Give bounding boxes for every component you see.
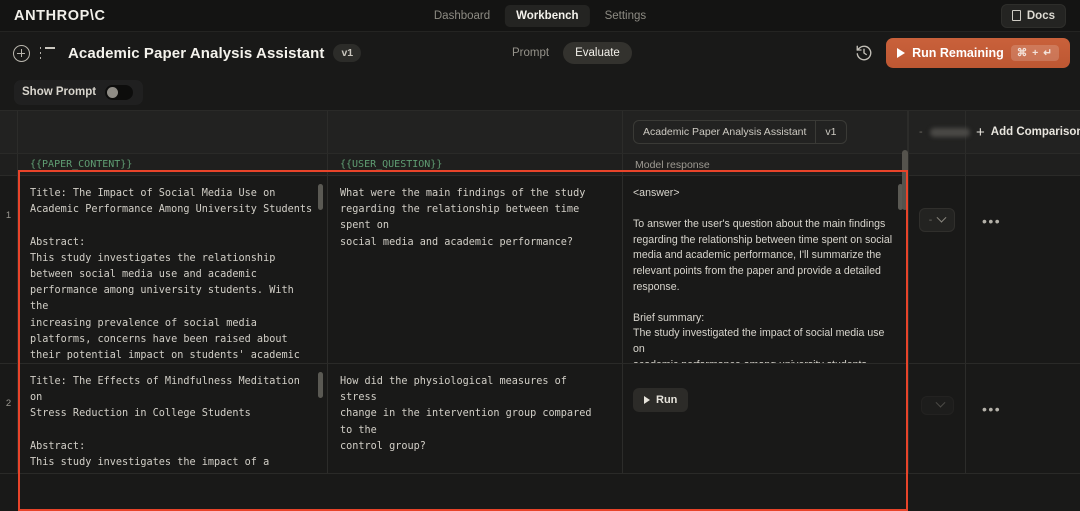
subheader-paper-content: {{PAPER_CONTENT}} bbox=[18, 154, 328, 175]
docs-button[interactable]: Docs bbox=[1000, 3, 1066, 28]
add-comparison-button[interactable]: + Add Comparison bbox=[976, 125, 1080, 140]
cell-scrollbar[interactable] bbox=[318, 184, 323, 210]
header-cell-model: Academic Paper Analysis Assistant v1 bbox=[623, 111, 908, 153]
show-prompt-bar: Show Prompt bbox=[0, 74, 1080, 110]
list-view-button[interactable] bbox=[34, 40, 60, 66]
cell-user-question[interactable]: What were the main findings of the study… bbox=[328, 176, 623, 363]
user-question-text: How did the physiological measures of st… bbox=[340, 376, 592, 452]
header-cell-paper-content bbox=[18, 111, 328, 153]
evaluation-table: Academic Paper Analysis Assistant v1 - +… bbox=[0, 110, 1080, 474]
cell-user-question[interactable]: How did the physiological measures of st… bbox=[328, 364, 623, 473]
table-row[interactable]: 1 Title: The Impact of Social Media Use … bbox=[0, 176, 1080, 364]
plus-icon: + bbox=[976, 123, 985, 141]
docs-label: Docs bbox=[1026, 9, 1055, 22]
toggle-switch[interactable] bbox=[105, 84, 134, 100]
score-dash: - bbox=[919, 126, 923, 138]
show-prompt-label: Show Prompt bbox=[22, 86, 97, 98]
subheader-actions bbox=[965, 154, 1080, 175]
workbench-toolbar: Academic Paper Analysis Assistant v1 Pro… bbox=[0, 32, 1080, 74]
row-number: 2 bbox=[0, 364, 18, 473]
table-row[interactable]: 2 Title: The Effects of Mindfulness Medi… bbox=[0, 364, 1080, 474]
plus-circle-icon bbox=[12, 44, 30, 62]
new-item-button[interactable] bbox=[8, 40, 34, 66]
score-dropdown[interactable]: - bbox=[918, 208, 956, 232]
table-vertical-scrollbar[interactable] bbox=[902, 150, 908, 210]
header-cell-score: - bbox=[908, 111, 970, 153]
page-title: Academic Paper Analysis Assistant bbox=[68, 44, 325, 62]
run-row-button[interactable]: Run bbox=[633, 388, 689, 412]
chevron-down-icon bbox=[936, 212, 947, 223]
nav-item-workbench[interactable]: Workbench bbox=[505, 4, 590, 27]
show-prompt-toggle[interactable]: Show Prompt bbox=[14, 79, 144, 105]
nav-item-settings[interactable]: Settings bbox=[594, 5, 658, 27]
play-icon bbox=[897, 48, 906, 58]
model-response-label: Model response bbox=[635, 158, 710, 171]
model-chip-version: v1 bbox=[825, 126, 837, 138]
paper-content-text: Title: The Impact of Social Media Use on… bbox=[30, 188, 313, 362]
chevron-down-icon bbox=[935, 397, 945, 408]
top-navigation-bar: ANTHROP\C Dashboard Workbench Settings D… bbox=[0, 0, 1080, 32]
header-cell-add-comparison: + Add Comparison bbox=[965, 111, 1080, 153]
ellipsis-icon[interactable]: ••• bbox=[982, 214, 1001, 228]
ellipsis-icon[interactable]: ••• bbox=[982, 402, 1001, 416]
history-button[interactable] bbox=[850, 39, 878, 67]
score-dropdown[interactable] bbox=[920, 396, 954, 415]
nav-item-dashboard[interactable]: Dashboard bbox=[423, 5, 501, 27]
table-header-row: Academic Paper Analysis Assistant v1 - +… bbox=[0, 110, 1080, 154]
history-icon bbox=[856, 45, 872, 61]
add-comparison-label: Add Comparison bbox=[990, 126, 1080, 138]
table-subheader-row: {{PAPER_CONTENT}} {{USER_QUESTION}} Mode… bbox=[0, 154, 1080, 176]
list-icon bbox=[39, 47, 55, 59]
user-question-text: What were the main findings of the study… bbox=[340, 188, 586, 248]
score-value: - bbox=[928, 214, 933, 226]
variable-label-user-question: {{USER_QUESTION}} bbox=[340, 159, 443, 170]
run-remaining-button[interactable]: Run Remaining ⌘ + ↵ bbox=[886, 38, 1070, 68]
cell-score bbox=[908, 364, 965, 473]
version-badge[interactable]: v1 bbox=[333, 44, 362, 62]
subheader-score bbox=[908, 154, 965, 175]
blurred-metric bbox=[929, 127, 970, 137]
model-response-text: <answer> To answer the user's question a… bbox=[633, 187, 893, 363]
toggle-knob bbox=[107, 86, 119, 98]
cell-actions: ••• bbox=[965, 364, 1080, 473]
book-icon bbox=[1011, 10, 1021, 21]
subheader-user-question: {{USER_QUESTION}} bbox=[328, 154, 623, 175]
keyboard-shortcut-badge: ⌘ + ↵ bbox=[1010, 45, 1059, 61]
header-cell-user-question bbox=[328, 111, 623, 153]
variable-label-paper-content: {{PAPER_CONTENT}} bbox=[30, 159, 133, 170]
row-number-gutter-header bbox=[0, 111, 18, 153]
cell-scrollbar[interactable] bbox=[318, 372, 323, 398]
cell-model-response[interactable]: Run bbox=[623, 364, 908, 473]
model-chip[interactable]: Academic Paper Analysis Assistant v1 bbox=[633, 120, 847, 144]
play-icon bbox=[644, 396, 650, 404]
brand-logo: ANTHROP\C bbox=[14, 7, 106, 24]
table-body: 1 Title: The Impact of Social Media Use … bbox=[0, 176, 1080, 474]
tab-prompt[interactable]: Prompt bbox=[500, 42, 561, 64]
cell-model-response[interactable]: <answer> To answer the user's question a… bbox=[623, 176, 908, 363]
cell-score: - bbox=[908, 176, 965, 363]
cell-paper-content[interactable]: Title: The Impact of Social Media Use on… bbox=[18, 176, 328, 363]
cell-paper-content[interactable]: Title: The Effects of Mindfulness Medita… bbox=[18, 364, 328, 473]
score-placeholder: - bbox=[919, 126, 970, 138]
run-row-label: Run bbox=[656, 394, 678, 406]
primary-nav: Dashboard Workbench Settings bbox=[423, 4, 658, 27]
mode-switch: Prompt Evaluate bbox=[500, 42, 632, 64]
run-remaining-label: Run Remaining bbox=[912, 46, 1004, 60]
cell-actions: ••• bbox=[965, 176, 1080, 363]
row-number: 1 bbox=[0, 176, 18, 363]
paper-content-text: Title: The Effects of Mindfulness Medita… bbox=[30, 376, 300, 469]
tab-evaluate[interactable]: Evaluate bbox=[563, 42, 632, 64]
row-number-gutter-subheader bbox=[0, 154, 18, 175]
subheader-model-response: Model response bbox=[623, 154, 908, 175]
model-chip-name: Academic Paper Analysis Assistant bbox=[634, 121, 817, 143]
